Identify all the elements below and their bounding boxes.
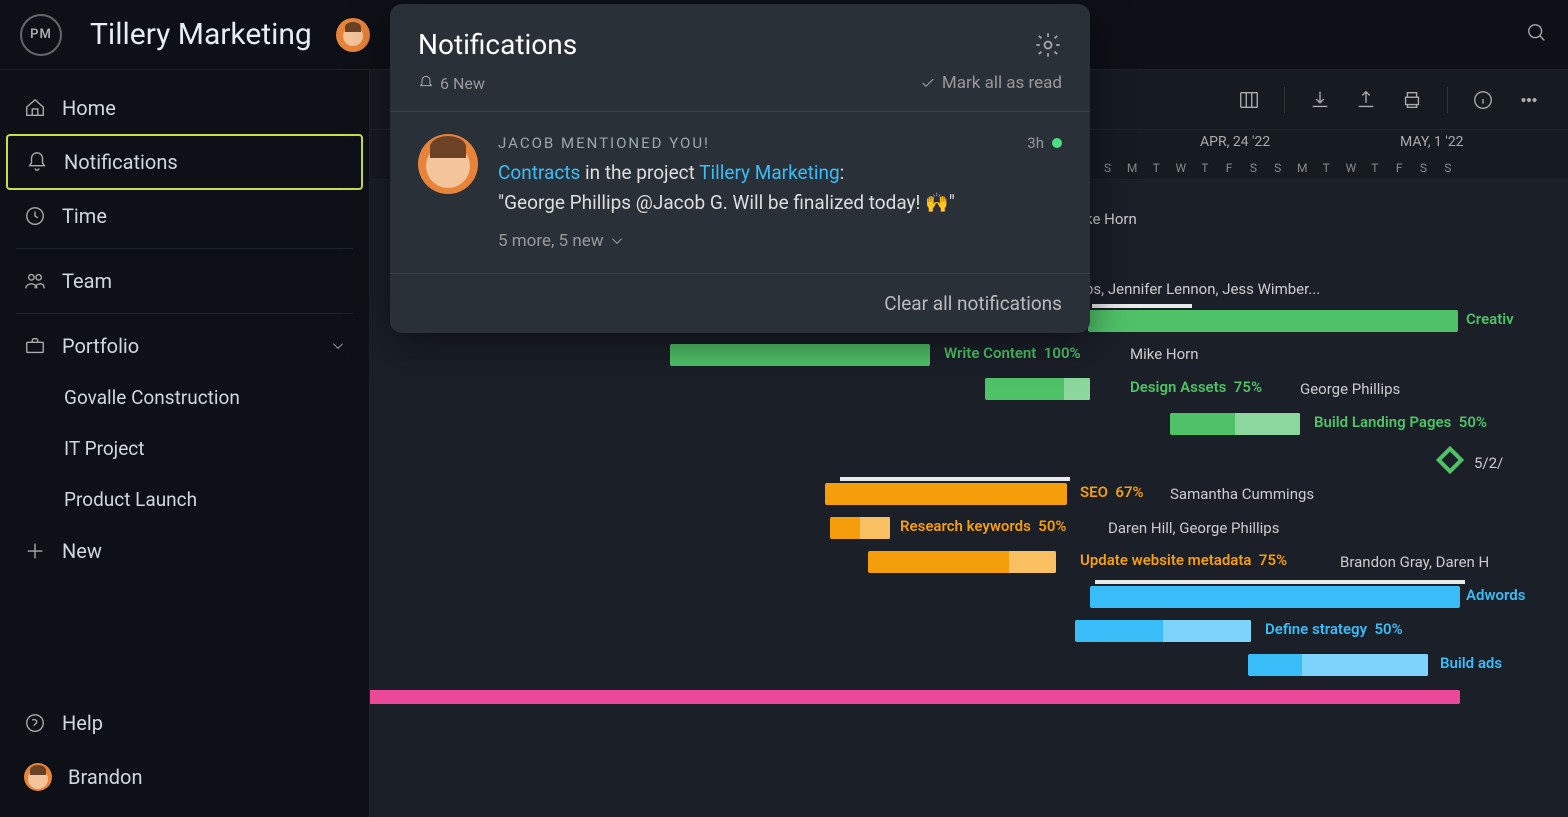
notification-text: Contracts in the project Tillery Marketi…: [498, 158, 1062, 219]
gantt-bar-label: Design Assets 75%: [1130, 378, 1262, 396]
columns-icon[interactable]: [1238, 89, 1260, 111]
notifications-panel: Notifications 6 New Mark all as read JAC…: [390, 4, 1090, 333]
gantt-assignee: ke Horn: [1085, 210, 1137, 228]
sidebar-item-user[interactable]: Brandon: [6, 749, 363, 805]
gantt-bar-label: Adwords: [1466, 586, 1525, 604]
gantt-bar-label: Update website metadata 75%: [1080, 551, 1287, 569]
chevron-down-icon: [610, 234, 624, 248]
help-icon: [24, 712, 46, 734]
gantt-bar-label: Creativ: [1466, 310, 1514, 328]
sidebar-item-label: Notifications: [64, 150, 178, 174]
sidebar: Home Notifications Time Team Portfolio G…: [0, 70, 370, 817]
gantt-bar-label: Research keywords 50%: [900, 517, 1066, 535]
sidebar-item-portfolio[interactable]: Portfolio: [6, 320, 363, 372]
mark-read-button[interactable]: Mark all as read: [920, 73, 1062, 93]
clock-icon: [24, 205, 46, 227]
gantt-bar-label: Build ads: [1440, 654, 1502, 672]
sidebar-item-label: Team: [62, 269, 112, 293]
gantt-bar[interactable]: [830, 517, 890, 539]
sidebar-item-label: Brandon: [68, 765, 143, 789]
plus-icon: [24, 540, 46, 562]
gantt-assignee: Samantha Cummings: [1170, 485, 1314, 503]
sidebar-item-label: Portfolio: [62, 334, 139, 358]
avatar: [418, 134, 478, 194]
gantt-bar-label: SEO 67%: [1080, 483, 1144, 501]
notification-time: 3h: [1027, 134, 1044, 152]
upload-icon[interactable]: [1355, 89, 1377, 111]
chevron-down-icon: [331, 339, 345, 353]
gantt-bar[interactable]: [370, 690, 1460, 704]
avatar: [24, 763, 52, 791]
unread-dot: [1052, 138, 1062, 148]
clear-notifications-button[interactable]: Clear all notifications: [390, 273, 1090, 333]
gantt-bar-label: Write Content 100%: [944, 344, 1081, 362]
gantt-bar-label: Build Landing Pages 50%: [1314, 413, 1487, 431]
gantt-assignee: Mike Horn: [1130, 345, 1199, 363]
gantt-bar[interactable]: [868, 551, 1056, 573]
portfolio-child[interactable]: IT Project: [6, 423, 363, 474]
portfolio-child[interactable]: Product Launch: [6, 474, 363, 525]
download-icon[interactable]: [1309, 89, 1331, 111]
sidebar-item-label: Time: [62, 204, 107, 228]
more-icon[interactable]: [1518, 89, 1540, 111]
gantt-bar-label: Define strategy 50%: [1265, 620, 1403, 638]
month-label: APR, 24 '22: [1200, 134, 1270, 150]
home-icon: [24, 97, 46, 119]
sidebar-item-new[interactable]: New: [6, 525, 363, 577]
sidebar-item-team[interactable]: Team: [6, 255, 363, 307]
sidebar-item-notifications[interactable]: Notifications: [6, 134, 363, 190]
gear-icon[interactable]: [1034, 31, 1062, 59]
sidebar-item-label: Help: [62, 711, 103, 735]
sidebar-item-home[interactable]: Home: [6, 82, 363, 134]
check-icon: [920, 75, 936, 91]
portfolio-child[interactable]: Govalle Construction: [6, 372, 363, 423]
sidebar-item-label: Home: [62, 96, 116, 120]
notification-header: JACOB MENTIONED YOU!: [498, 134, 710, 152]
gantt-assignee: George Phillips: [1300, 380, 1400, 398]
sidebar-item-help[interactable]: Help: [6, 697, 363, 749]
expand-more[interactable]: 5 more, 5 new: [498, 231, 1062, 251]
gantt-bar[interactable]: [1090, 586, 1460, 608]
people-icon: [24, 270, 46, 292]
month-label: MAY, 1 '22: [1400, 134, 1464, 150]
milestone-marker[interactable]: [1436, 446, 1464, 474]
gantt-bar[interactable]: [1075, 620, 1251, 642]
gantt-assignee: Daren Hill, George Phillips: [1108, 519, 1279, 537]
brand-logo[interactable]: PM: [20, 14, 62, 56]
gantt-bar[interactable]: [1088, 310, 1458, 332]
print-icon[interactable]: [1401, 89, 1423, 111]
sidebar-item-label: New: [62, 539, 102, 563]
avatar[interactable]: [336, 18, 370, 52]
notification-item[interactable]: JACOB MENTIONED YOU! 3h Contracts in the…: [390, 112, 1090, 273]
new-count: 6 New: [440, 74, 485, 93]
gantt-assignee: Brandon Gray, Daren H: [1340, 553, 1489, 571]
gantt-bar[interactable]: [985, 378, 1090, 400]
milestone-date: 5/2/: [1474, 454, 1503, 472]
project-title: Tillery Marketing: [90, 17, 312, 52]
briefcase-icon: [24, 335, 46, 357]
search-icon[interactable]: [1526, 22, 1548, 44]
gantt-bar[interactable]: [1248, 654, 1428, 676]
info-icon[interactable]: [1472, 89, 1494, 111]
gantt-bar[interactable]: [670, 344, 930, 366]
gantt-bar[interactable]: [825, 483, 1067, 505]
gantt-assignee: ps, Jennifer Lennon, Jess Wimber...: [1085, 280, 1320, 298]
bell-icon: [418, 75, 434, 91]
notifications-title: Notifications: [418, 28, 577, 61]
bell-icon: [26, 151, 48, 173]
gantt-bar[interactable]: [1170, 413, 1300, 435]
sidebar-item-time[interactable]: Time: [6, 190, 363, 242]
